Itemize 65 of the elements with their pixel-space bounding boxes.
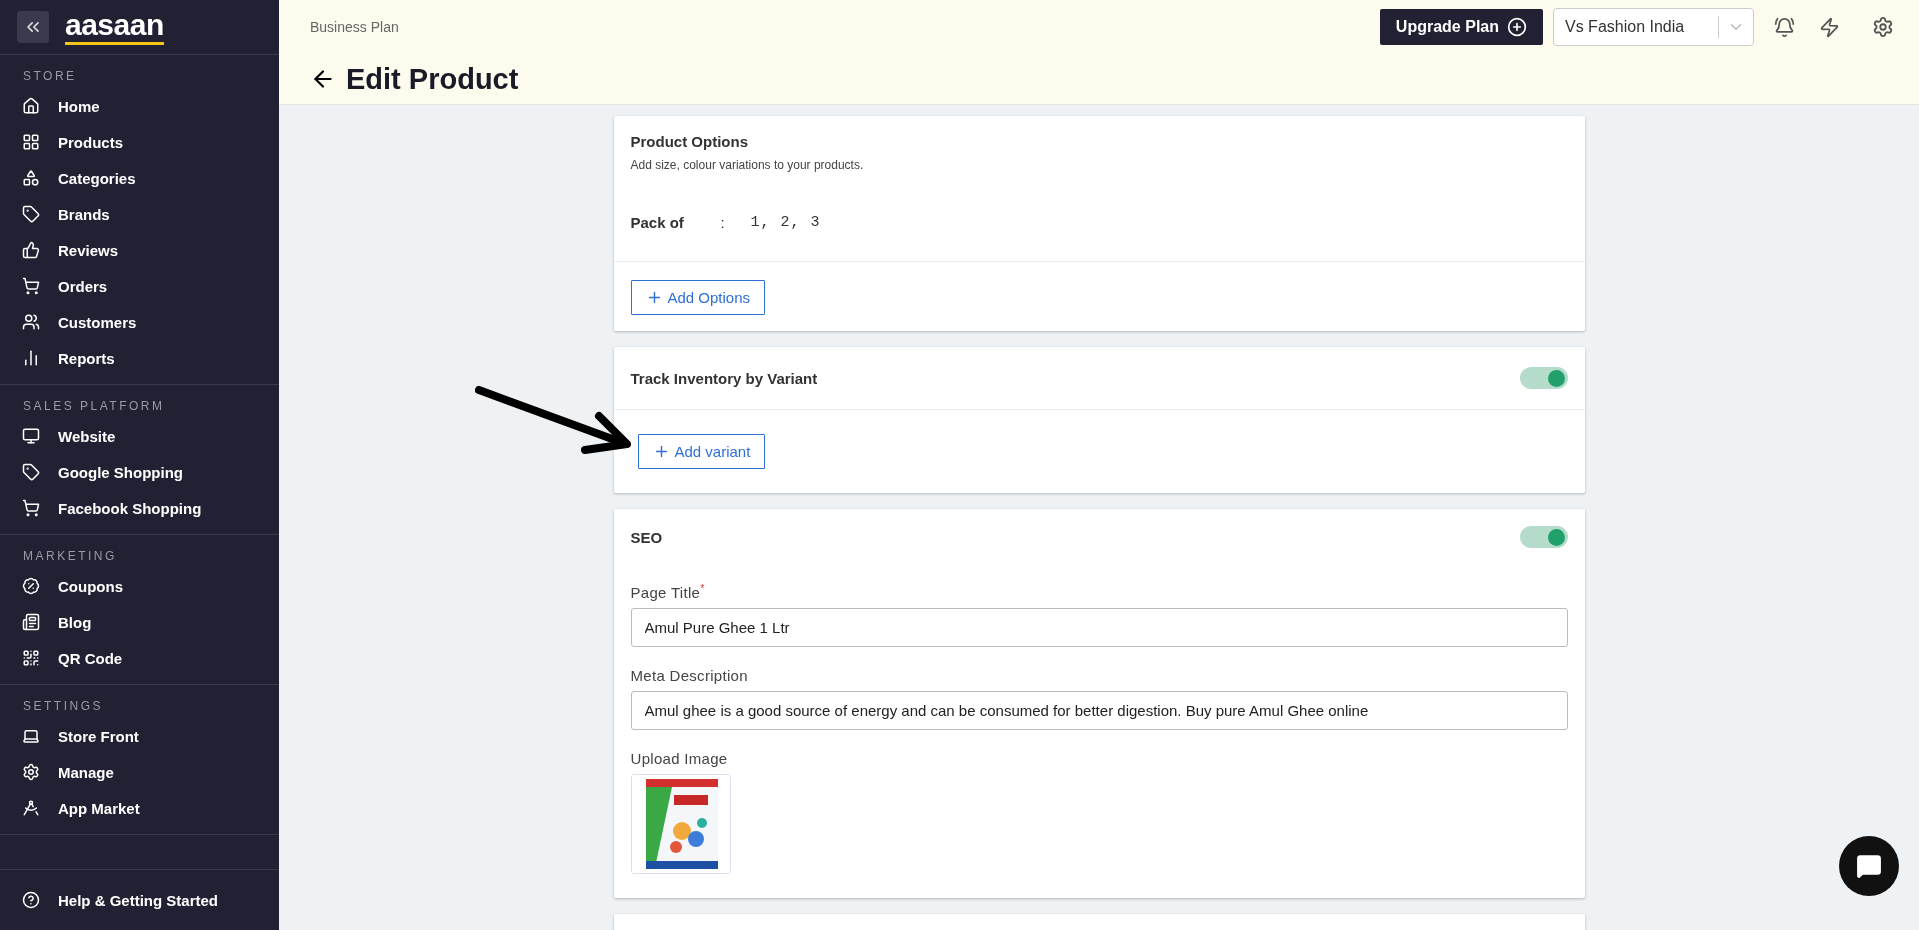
upgrade-button[interactable]: Upgrade Plan	[1379, 9, 1543, 45]
sidebar-item[interactable]: Reports	[0, 340, 279, 376]
card-title: Product Options	[630, 133, 748, 150]
card-title: SEO	[630, 528, 663, 546]
sidebar-item[interactable]: Store Front	[0, 718, 279, 754]
help-icon	[22, 891, 40, 909]
text-field[interactable]: Amul ghee is a good source of energy and can be consumed for better digestion. Buy pure Amul Ghee online	[630, 691, 1568, 730]
settings-icon	[22, 763, 40, 781]
plan-label: Business Plan	[310, 19, 399, 35]
qr-code-icon	[22, 649, 40, 667]
sidebar-item[interactable]: Customers	[0, 304, 279, 340]
compass-icon	[22, 799, 40, 817]
sidebar-item[interactable]: Facebook Shopping	[0, 490, 279, 526]
tag-icon	[22, 205, 40, 223]
shapes-icon	[22, 169, 40, 187]
toggle-switch[interactable]	[1519, 367, 1568, 389]
sidebar-item[interactable]: App Market	[0, 790, 279, 826]
sidebar-item[interactable]: Home	[0, 88, 279, 124]
page-title: Edit Product	[346, 62, 519, 96]
section-heading: SALES PLATFORM	[22, 399, 166, 415]
option-name: Pack of	[630, 214, 685, 231]
thumbs-up-icon	[22, 241, 40, 259]
plus-circle-icon	[1507, 17, 1527, 37]
document-icon	[22, 613, 40, 631]
field-label: Upload Image	[630, 750, 729, 767]
option-values: 1, 2, 3	[750, 214, 821, 231]
grid-icon	[22, 133, 40, 151]
sidebar-item[interactable]: Products	[0, 124, 279, 160]
sidebar-item[interactable]: Blog	[0, 604, 279, 640]
toggle-switch[interactable]	[1519, 526, 1568, 548]
field-label: Page Title$^{*}$	[630, 582, 706, 601]
sidebar-item[interactable]: Categories	[0, 160, 279, 196]
card-subtitle: Add size, colour variations to your products.	[630, 158, 865, 172]
collapse-button[interactable]	[17, 11, 49, 43]
add-options-button[interactable]: Add Options	[630, 280, 766, 315]
sidebar-item[interactable]: Website	[0, 418, 279, 454]
tag-icon	[22, 463, 40, 481]
chat-icon	[1856, 853, 1882, 879]
users-icon	[22, 313, 40, 331]
section-heading: STORE	[22, 69, 78, 85]
option-separator: :	[720, 214, 726, 231]
sidebar-item[interactable]: Google Shopping	[0, 454, 279, 490]
laptop-icon	[22, 727, 40, 745]
cart-icon	[22, 277, 40, 295]
field-label: Meta Description	[630, 667, 749, 684]
bar-chart-icon	[22, 349, 40, 367]
store-select[interactable]: Vs Fashion India	[1553, 8, 1754, 46]
cart-icon	[22, 499, 40, 517]
chat-button[interactable]	[1839, 836, 1899, 896]
add-variant-button[interactable]: Add variant	[637, 434, 766, 469]
card-title: Track Inventory by Variant	[630, 369, 818, 387]
coupon-icon	[22, 577, 40, 595]
sidebar-item[interactable]: QR Code	[0, 640, 279, 676]
sidebar-item[interactable]: Reviews	[0, 232, 279, 268]
help-link[interactable]: Help & Getting Started	[0, 882, 240, 918]
section-heading: MARKETING	[22, 549, 118, 565]
sidebar-item[interactable]: Orders	[0, 268, 279, 304]
logo: aasaan	[65, 9, 164, 45]
text-field[interactable]: Amul Pure Ghee 1 Ltr	[630, 608, 1568, 647]
sidebar-item[interactable]: Brands	[0, 196, 279, 232]
sidebar-item[interactable]: Manage	[0, 754, 279, 790]
section-heading: SETTINGS	[22, 699, 104, 715]
home-icon	[22, 97, 40, 115]
sidebar-item[interactable]: Coupons	[0, 568, 279, 604]
monitor-icon	[22, 427, 40, 445]
